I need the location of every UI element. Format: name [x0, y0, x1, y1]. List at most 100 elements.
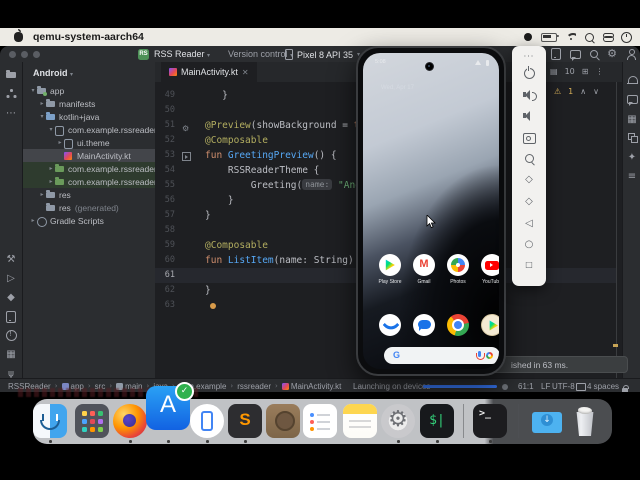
app-icon-play-store[interactable]	[379, 254, 401, 276]
wifi-icon[interactable]	[566, 33, 576, 41]
project-folder-icon[interactable]	[0, 70, 22, 81]
problems-icon[interactable]	[0, 330, 22, 344]
dock-item-android-emulator[interactable]	[190, 404, 224, 438]
terminal-icon[interactable]	[473, 404, 507, 438]
record-indicator-icon[interactable]	[524, 33, 532, 41]
search-everywhere-icon[interactable]	[590, 50, 599, 58]
build-hammer-icon[interactable]: ⚒	[0, 254, 22, 265]
notifications-bell-icon[interactable]	[623, 76, 640, 88]
readonly-pane-icon[interactable]	[576, 383, 586, 391]
screenshot-camera-icon[interactable]	[512, 133, 546, 144]
dock-item-sublime-text[interactable]	[228, 404, 262, 438]
breadcrumb-item[interactable]: MainActivity.kt	[281, 382, 341, 391]
run-icon[interactable]: ▷	[0, 273, 22, 284]
firefox-icon[interactable]	[113, 404, 147, 438]
ai-assistant-chat-icon[interactable]	[623, 95, 640, 107]
grid-view-icon[interactable]: ⊞	[582, 67, 589, 76]
back-icon[interactable]: ◁	[512, 218, 546, 229]
home-icon[interactable]: ○	[512, 239, 546, 250]
app-icon-gmail[interactable]: M	[413, 254, 435, 276]
project-name-menu[interactable]: RSS Reader ▾	[154, 49, 210, 59]
dock-item-app-store[interactable]: ✓	[146, 382, 194, 430]
terminal-green-icon[interactable]	[420, 404, 454, 438]
tree-chevron-icon[interactable]: ▾	[29, 87, 37, 94]
power-icon[interactable]	[512, 66, 546, 79]
dock-item-system-settings[interactable]	[381, 404, 415, 438]
list-view-icon[interactable]: ▤	[550, 67, 558, 76]
more-dots-icon[interactable]: ···	[512, 52, 546, 61]
tree-item-com-example-rssreader[interactable]: ▾ com.example.rssreader	[23, 123, 155, 136]
system-settings-icon[interactable]	[381, 404, 415, 438]
overview-icon[interactable]: □	[512, 260, 546, 269]
prev-warning-icon[interactable]: ∧	[580, 87, 586, 96]
breadcrumb-item[interactable]: rssreader	[237, 382, 271, 391]
dock-item-launchpad[interactable]	[75, 404, 109, 438]
tree-item-kotlin-java[interactable]: ▾ kotlin+java	[23, 110, 155, 123]
app-icon-photos[interactable]	[447, 254, 469, 276]
tree-item-manifests[interactable]: ▸ manifests	[23, 97, 155, 110]
tab-close-icon[interactable]: ✕	[242, 68, 249, 77]
profiler-icon[interactable]: ◆	[0, 292, 22, 303]
dock-app-icon-chrome[interactable]	[447, 314, 469, 336]
tree-item-res[interactable]: res (generated)	[23, 201, 155, 214]
indent-setting[interactable]: 4 spaces	[587, 382, 619, 391]
lock-icon[interactable]	[622, 385, 629, 392]
zoom-icon[interactable]	[512, 154, 546, 163]
project-view-selector[interactable]: Android ▾	[33, 68, 73, 78]
tree-item-ui-theme[interactable]: ▸ ui.theme	[23, 136, 155, 149]
active-app-name[interactable]: qemu-system-aarch64	[33, 31, 144, 43]
tree-item-app[interactable]: ▾ app	[23, 84, 155, 97]
volume-down-icon[interactable]	[512, 111, 546, 121]
voice-search-icon[interactable]	[476, 351, 485, 360]
tree-item-gradle-scripts[interactable]: ▸ Gradle Scripts	[23, 214, 155, 227]
device-selector[interactable]: Pixel 8 API 35 ▾	[285, 49, 360, 60]
editor-scrollbar[interactable]	[616, 82, 617, 378]
next-warning-icon[interactable]: ∨	[593, 87, 599, 96]
notes-icon[interactable]	[343, 404, 377, 438]
app-store-icon[interactable]: ✓	[146, 382, 194, 430]
tree-chevron-icon[interactable]: ▸	[47, 165, 55, 172]
dock-item-reminders[interactable]	[303, 404, 337, 438]
more-options-icon[interactable]: ⋯	[0, 108, 22, 119]
tab-mainactivity[interactable]: MainActivity.kt ✕	[161, 62, 257, 82]
settings-gear-icon[interactable]: ⚙	[607, 48, 617, 59]
structure-icon[interactable]	[0, 89, 22, 101]
tree-item-res[interactable]: ▸ res	[23, 188, 155, 201]
dock-app-icon-phone[interactable]	[379, 314, 401, 336]
phone-screen[interactable]: 5:08 Wed, Apr 17 Play Store M Gmail Photos Y…	[363, 53, 499, 369]
downloads-icon[interactable]	[530, 404, 564, 438]
device-manager-icon[interactable]	[551, 48, 562, 60]
device-explorer-icon[interactable]: ▦	[623, 114, 640, 125]
tree-item-com-example-rssreader[interactable]: ▸com.example.rssreader(androidTest)	[23, 162, 155, 175]
spotlight-search-icon[interactable]	[585, 32, 594, 42]
trash-icon[interactable]	[568, 404, 602, 438]
clock-icon[interactable]	[621, 31, 632, 43]
window-minimize-button[interactable]	[21, 50, 28, 58]
reminders-icon[interactable]	[303, 404, 337, 438]
resource-manager-icon[interactable]: ▦	[0, 349, 22, 360]
battery-icon[interactable]	[541, 32, 559, 42]
progress-stop-icon[interactable]	[502, 383, 508, 390]
dock-item-notes[interactable]	[343, 404, 377, 438]
dock-item-finder[interactable]	[33, 404, 67, 438]
tree-chevron-icon[interactable]: ▸	[29, 217, 37, 224]
sublime-text-icon[interactable]	[228, 404, 262, 438]
dock-app-icon-google-tv[interactable]	[481, 314, 499, 336]
tree-chevron-icon[interactable]: ▸	[56, 139, 64, 146]
profile-icon[interactable]	[626, 49, 636, 60]
todo-lines-icon[interactable]: ≡	[623, 171, 640, 182]
rotate-left-icon[interactable]: ◇	[512, 174, 546, 185]
brown-app-icon[interactable]	[266, 404, 300, 438]
tree-item-com-example-rssreader[interactable]: ▸com.example.rssreader(test)	[23, 175, 155, 188]
tree-chevron-icon[interactable]: ▾	[47, 126, 55, 133]
launchpad-icon[interactable]	[75, 404, 109, 438]
apple-logo-icon[interactable]	[14, 29, 23, 42]
volume-up-icon[interactable]	[512, 90, 546, 101]
feedback-chat-icon[interactable]	[570, 49, 582, 61]
control-center-icon[interactable]	[603, 32, 614, 42]
tree-chevron-icon[interactable]: ▾	[38, 113, 46, 120]
dock-item-terminal-green[interactable]	[420, 404, 454, 438]
dock-item-downloads[interactable]	[530, 404, 564, 438]
version-control-menu[interactable]: Version control ▾	[228, 49, 293, 59]
window-close-button[interactable]	[9, 50, 16, 58]
